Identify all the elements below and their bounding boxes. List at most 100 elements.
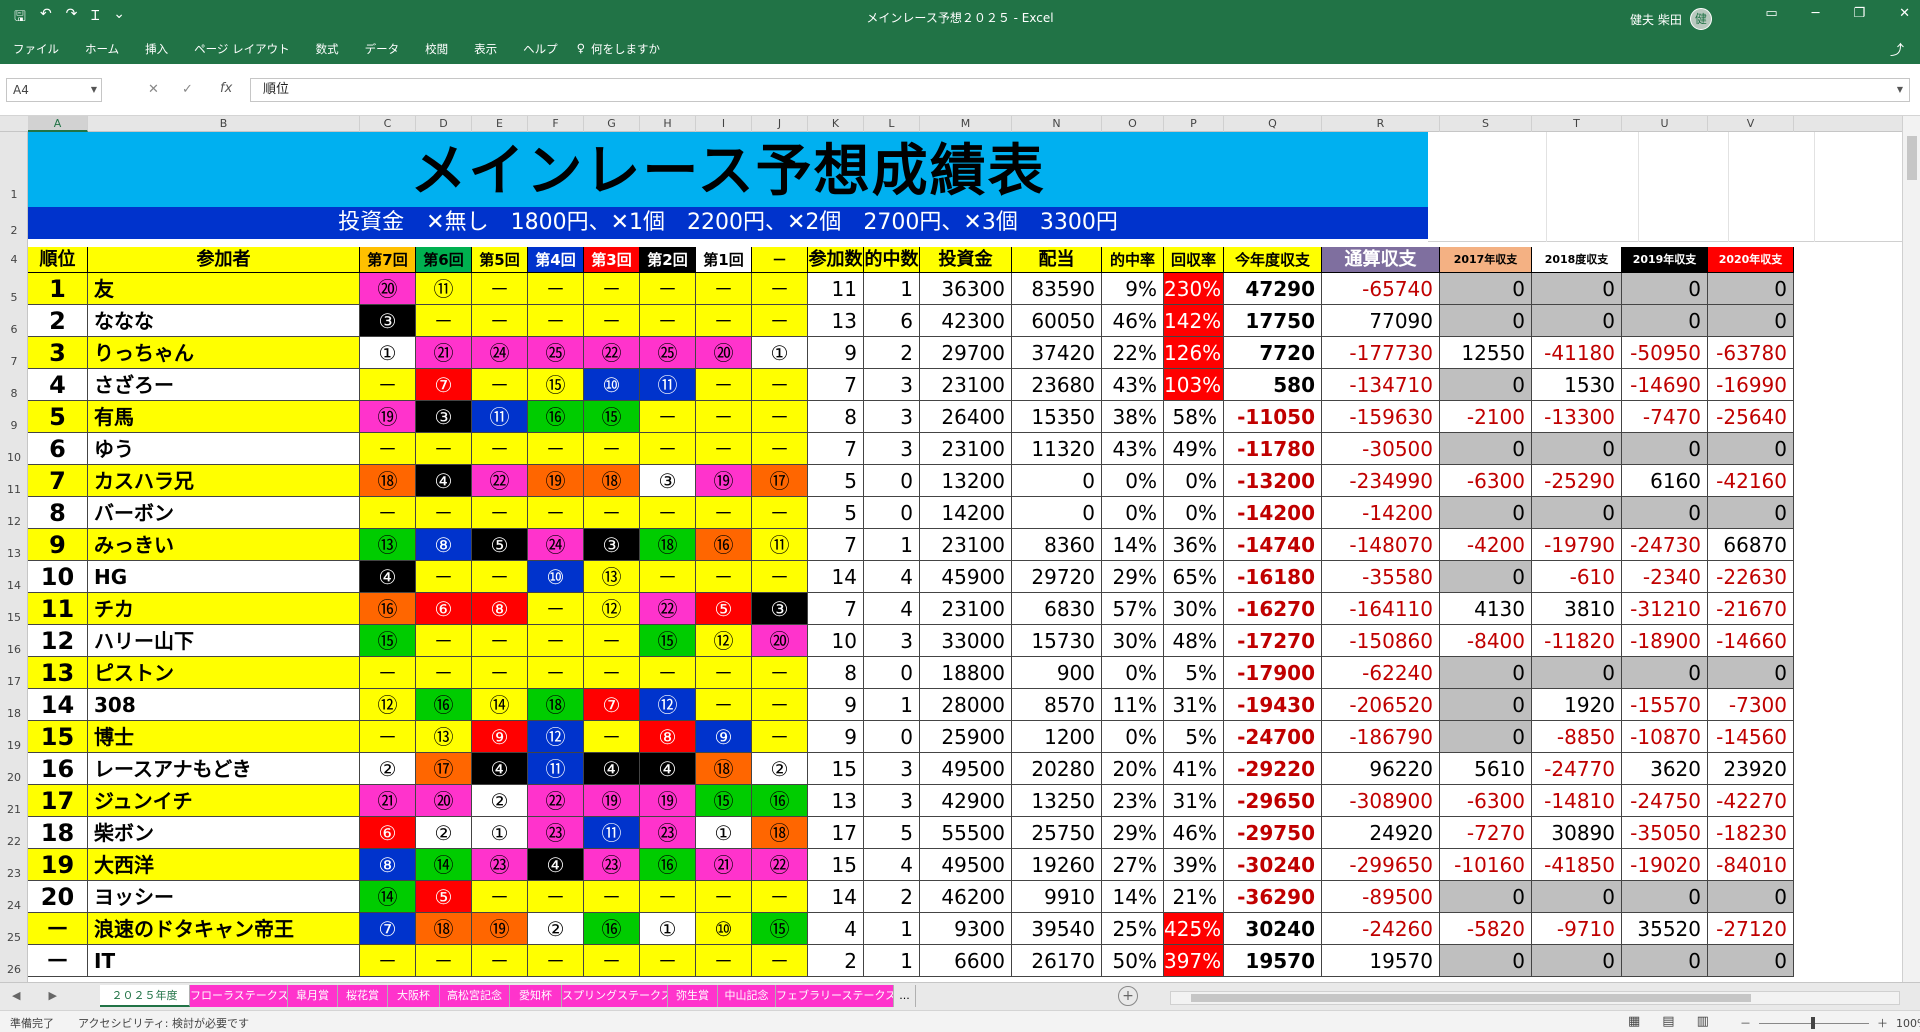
race-result-cell[interactable]: ④ (416, 465, 472, 497)
value-cell[interactable]: 49% (1164, 433, 1224, 465)
race-result-cell[interactable]: － (696, 945, 752, 977)
race-result-cell[interactable]: ② (472, 785, 528, 817)
tab-home[interactable]: ホーム (72, 41, 132, 57)
value-cell[interactable]: 31% (1164, 785, 1224, 817)
race-result-cell[interactable]: ⑱ (528, 689, 584, 721)
race-result-cell[interactable]: ⑥ (360, 817, 416, 849)
race-result-cell[interactable]: ⑫ (584, 593, 640, 625)
race-result-cell[interactable]: ③ (416, 401, 472, 433)
race-result-cell[interactable]: ⑱ (584, 465, 640, 497)
header-19[interactable]: 2018度収支 (1532, 247, 1622, 273)
value-cell[interactable]: 28000 (920, 689, 1012, 721)
value-cell[interactable]: 0 (1440, 305, 1532, 337)
column-header-p[interactable]: P (1164, 116, 1224, 132)
value-cell[interactable]: 0 (1532, 273, 1622, 305)
value-cell[interactable]: 65% (1164, 561, 1224, 593)
participant-cell[interactable]: 博士 (88, 721, 360, 753)
race-result-cell[interactable]: － (696, 273, 752, 305)
tab-view[interactable]: 表示 (461, 41, 510, 57)
sheet-tab[interactable]: 高松宮記念 (440, 985, 510, 1007)
value-cell[interactable]: -610 (1532, 561, 1622, 593)
value-cell[interactable]: -15570 (1622, 689, 1708, 721)
value-cell[interactable]: 38% (1102, 401, 1164, 433)
value-cell[interactable]: 6160 (1622, 465, 1708, 497)
value-cell[interactable]: 29720 (1012, 561, 1102, 593)
race-result-cell[interactable]: － (696, 561, 752, 593)
value-cell[interactable]: 0 (1622, 657, 1708, 689)
rank-cell[interactable]: 5 (28, 401, 88, 433)
sheet-tab[interactable]: 大阪杯 (388, 985, 440, 1007)
race-result-cell[interactable]: － (640, 401, 696, 433)
header-16[interactable]: 今年度収支 (1224, 247, 1322, 273)
value-cell[interactable]: 0% (1102, 497, 1164, 529)
value-cell[interactable]: 60050 (1012, 305, 1102, 337)
value-cell[interactable]: -6300 (1440, 465, 1532, 497)
accessibility-status[interactable]: アクセシビリティ: 検討が必要です (78, 1015, 249, 1031)
value-cell[interactable]: 30240 (1224, 913, 1322, 945)
page-layout-view-icon[interactable]: ▤ (1662, 1014, 1674, 1029)
value-cell[interactable]: 0% (1102, 657, 1164, 689)
value-cell[interactable]: -16180 (1224, 561, 1322, 593)
race-result-cell[interactable]: － (640, 945, 696, 977)
value-cell[interactable]: 19570 (1224, 945, 1322, 977)
race-result-cell[interactable]: ⑬ (416, 721, 472, 753)
value-cell[interactable]: 13 (808, 785, 864, 817)
race-result-cell[interactable]: － (360, 497, 416, 529)
value-cell[interactable]: 3 (864, 753, 920, 785)
race-result-cell[interactable]: ⑭ (416, 849, 472, 881)
value-cell[interactable]: 3810 (1532, 593, 1622, 625)
value-cell[interactable]: 41% (1164, 753, 1224, 785)
value-cell[interactable]: 3 (864, 433, 920, 465)
value-cell[interactable]: 37420 (1012, 337, 1102, 369)
value-cell[interactable]: 55500 (920, 817, 1012, 849)
value-cell[interactable]: 0 (864, 657, 920, 689)
race-result-cell[interactable]: ③ (752, 593, 808, 625)
value-cell[interactable]: -16270 (1224, 593, 1322, 625)
race-result-cell[interactable]: ② (752, 753, 808, 785)
value-cell[interactable]: 0 (864, 497, 920, 529)
value-cell[interactable]: 0 (1440, 657, 1532, 689)
cancel-icon[interactable]: ✕ (148, 82, 159, 97)
participant-cell[interactable]: ハリー山下 (88, 625, 360, 657)
row-header-13[interactable]: 13 (0, 547, 28, 561)
value-cell[interactable]: -29750 (1224, 817, 1322, 849)
value-cell[interactable]: 57% (1102, 593, 1164, 625)
race-result-cell[interactable]: ㉑ (416, 337, 472, 369)
header-17[interactable]: 通算収支 (1322, 247, 1440, 273)
race-result-cell[interactable]: ⑰ (416, 753, 472, 785)
value-cell[interactable]: 1 (864, 689, 920, 721)
column-header-f[interactable]: F (528, 116, 584, 132)
rank-cell[interactable]: 14 (28, 689, 88, 721)
value-cell[interactable]: 6600 (920, 945, 1012, 977)
close-icon[interactable]: ✕ (1899, 6, 1910, 21)
value-cell[interactable]: -177730 (1322, 337, 1440, 369)
header-1[interactable]: 参加者 (88, 247, 360, 273)
rank-cell[interactable]: 18 (28, 817, 88, 849)
race-result-cell[interactable]: － (696, 433, 752, 465)
value-cell[interactable]: 9% (1102, 273, 1164, 305)
value-cell[interactable]: 5 (808, 497, 864, 529)
race-result-cell[interactable]: ⑯ (584, 913, 640, 945)
value-cell[interactable]: 0 (864, 721, 920, 753)
participant-cell[interactable]: カスハラ兄 (88, 465, 360, 497)
value-cell[interactable]: 30890 (1532, 817, 1622, 849)
value-cell[interactable]: 900 (1012, 657, 1102, 689)
participant-cell[interactable]: ヨッシー (88, 881, 360, 913)
race-result-cell[interactable]: － (752, 401, 808, 433)
participant-cell[interactable]: バーボン (88, 497, 360, 529)
value-cell[interactable]: 0 (1532, 497, 1622, 529)
race-result-cell[interactable]: － (696, 369, 752, 401)
race-result-cell[interactable]: － (528, 433, 584, 465)
header-18[interactable]: 2017年収支 (1440, 247, 1532, 273)
value-cell[interactable]: 0 (1622, 881, 1708, 913)
value-cell[interactable]: 0 (1440, 497, 1532, 529)
value-cell[interactable]: 23100 (920, 369, 1012, 401)
column-header-b[interactable]: B (88, 116, 360, 132)
race-result-cell[interactable]: ① (360, 337, 416, 369)
rank-cell[interactable]: 8 (28, 497, 88, 529)
rank-cell[interactable]: 7 (28, 465, 88, 497)
value-cell[interactable]: 0 (1440, 721, 1532, 753)
value-cell[interactable]: 0% (1164, 497, 1224, 529)
race-result-cell[interactable]: ⑯ (640, 849, 696, 881)
value-cell[interactable]: 83590 (1012, 273, 1102, 305)
